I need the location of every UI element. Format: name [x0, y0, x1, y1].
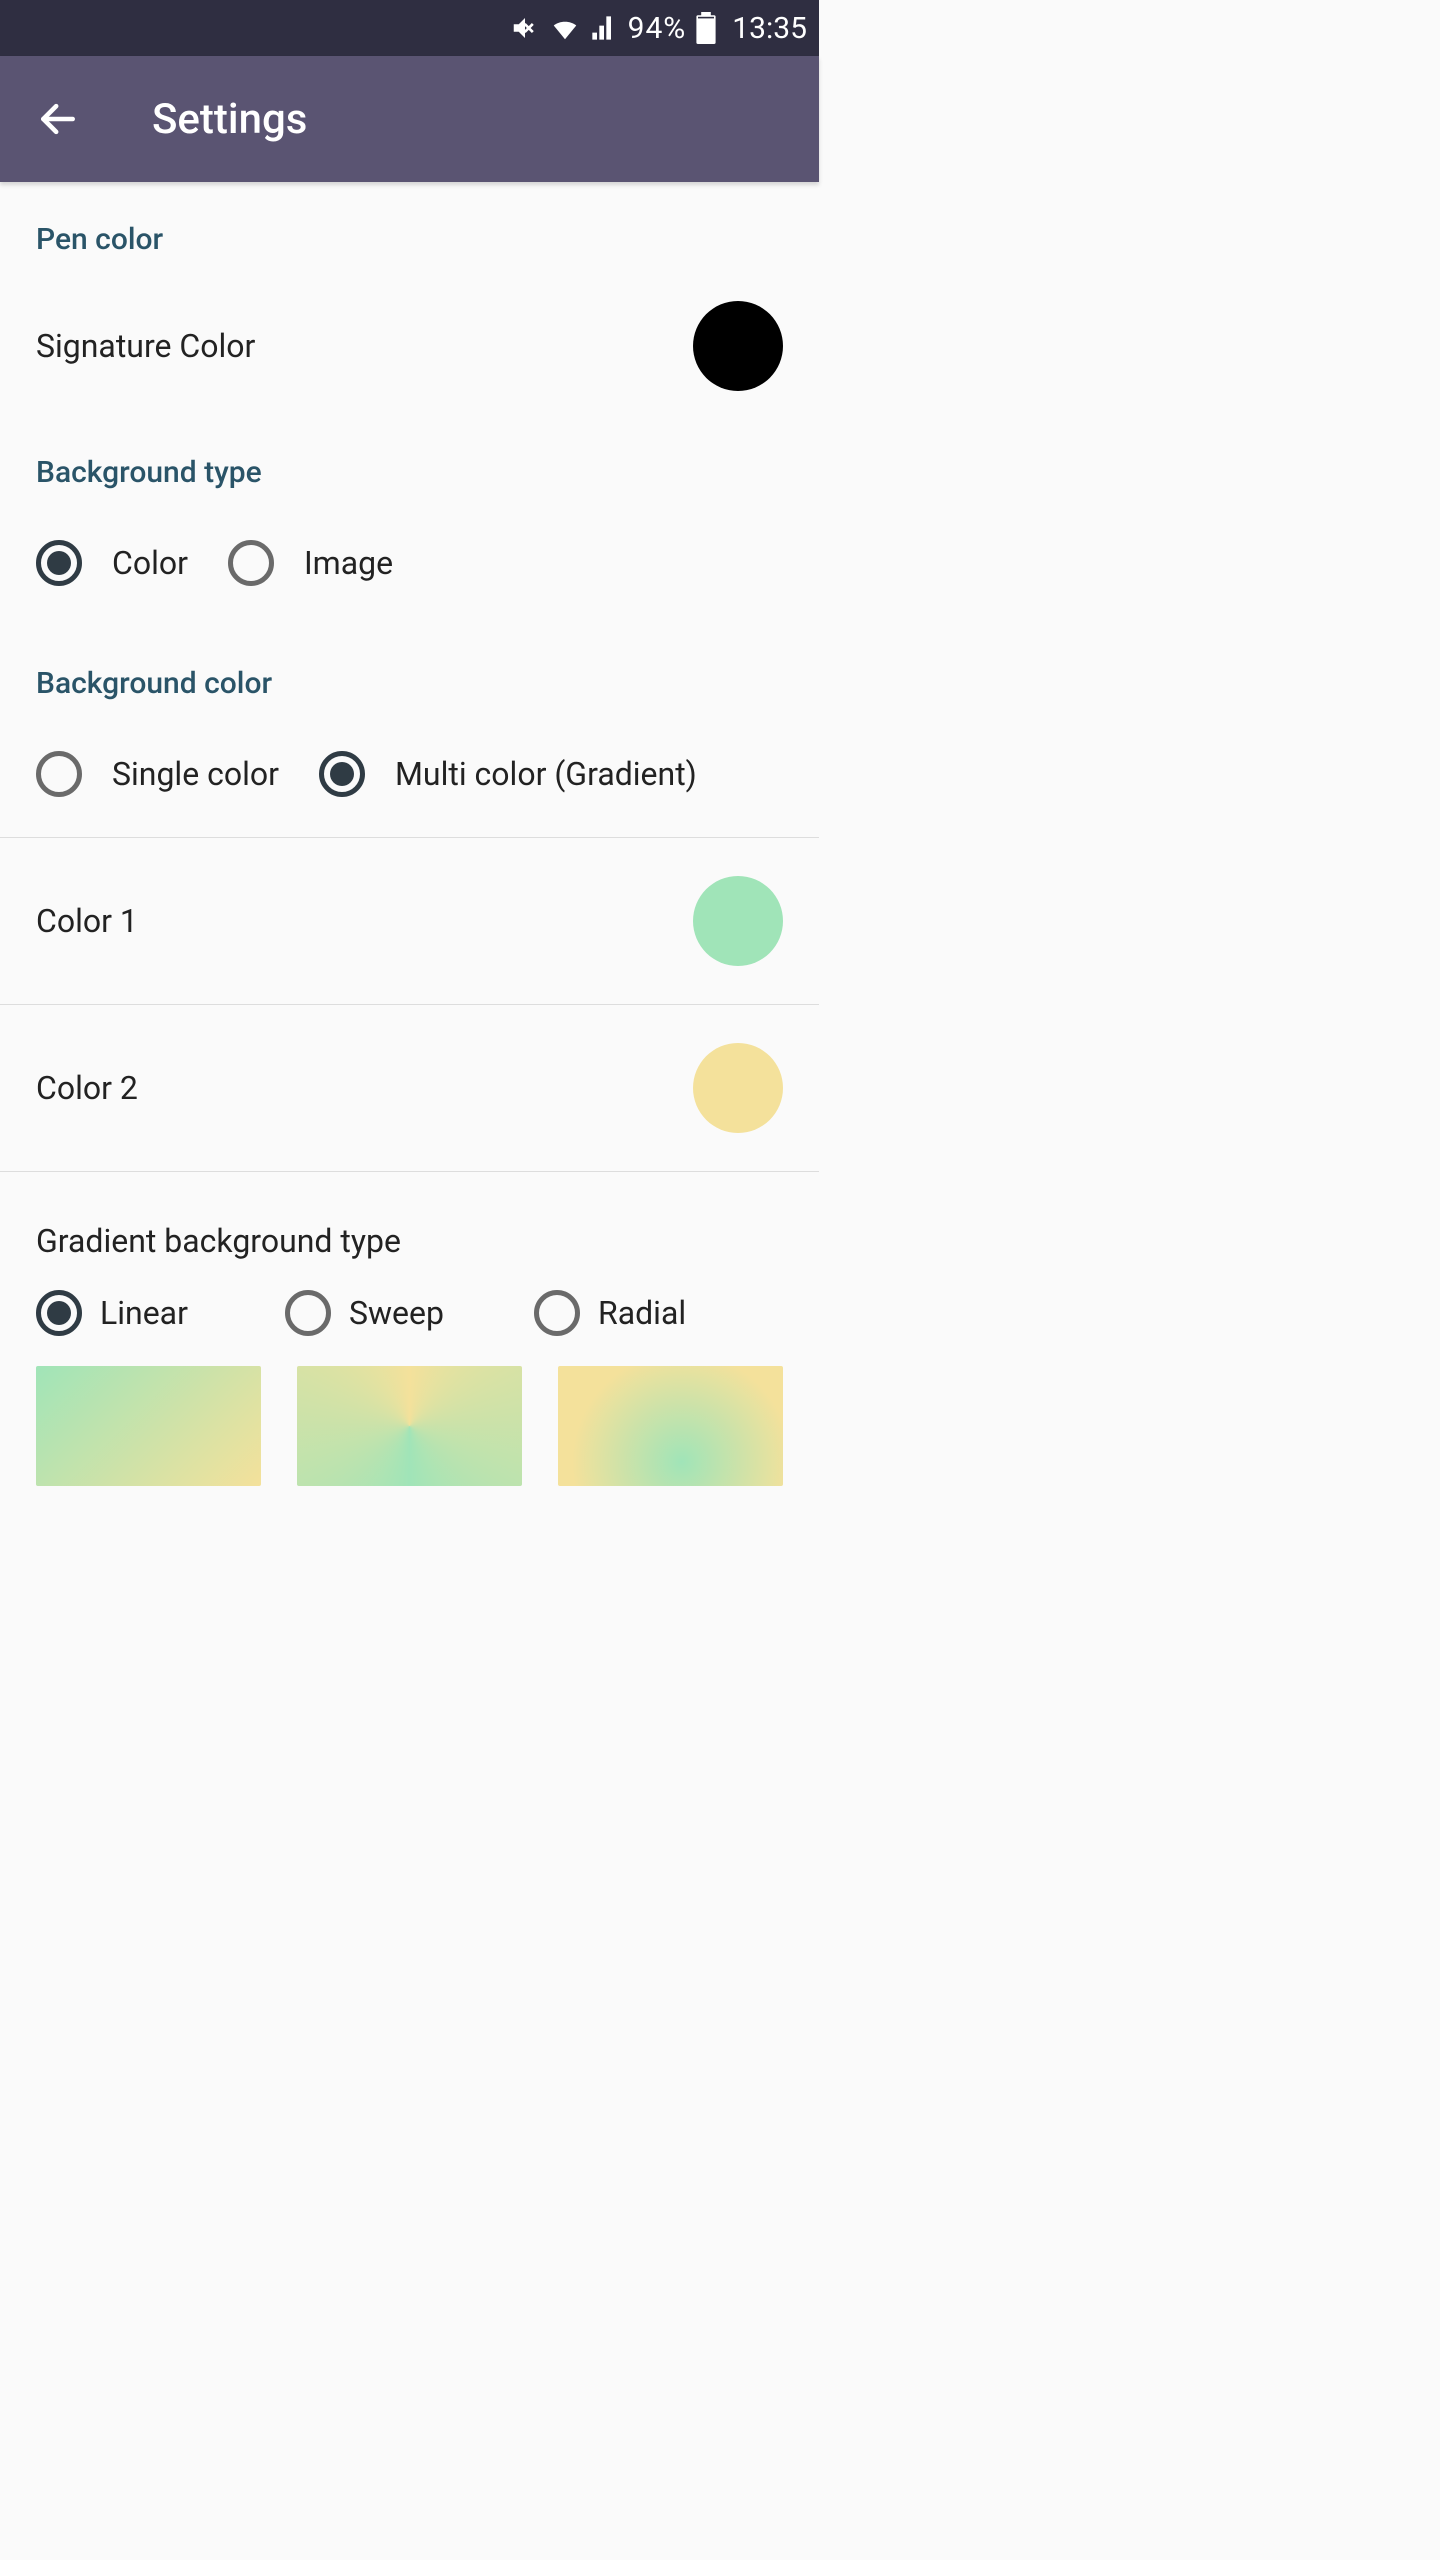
section-bg-color-header: Background color: [0, 626, 819, 721]
radio-gradient-sweep-label: Sweep: [349, 1294, 444, 1332]
radio-bg-type-color-label: Color: [112, 544, 188, 582]
signature-color-row[interactable]: Signature Color: [0, 277, 819, 415]
radio-bg-color-single[interactable]: [36, 751, 82, 797]
radio-bg-color-multi-label: Multi color (Gradient): [395, 755, 697, 793]
mute-vibrate-icon: [510, 13, 540, 43]
gradient-radial-option[interactable]: Radial: [534, 1290, 783, 1336]
bg-color-radio-row: Single color Multi color (Gradient): [0, 721, 819, 837]
gradient-type-header: Gradient background type: [0, 1172, 819, 1290]
signature-color-swatch[interactable]: [693, 301, 783, 391]
radio-gradient-radial[interactable]: [534, 1290, 580, 1336]
radio-bg-type-image-label: Image: [304, 544, 393, 582]
gradient-preview-radial[interactable]: [558, 1366, 783, 1486]
battery-percent: 94%: [628, 11, 687, 46]
gradient-sweep-option[interactable]: Sweep: [285, 1290, 534, 1336]
radio-gradient-radial-label: Radial: [598, 1294, 686, 1332]
color2-row[interactable]: Color 2: [0, 1005, 819, 1171]
signature-color-label: Signature Color: [36, 327, 255, 365]
cell-signal-icon: [590, 14, 618, 42]
gradient-previews: [0, 1366, 819, 1486]
color1-label: Color 1: [36, 902, 138, 940]
gradient-preview-linear[interactable]: [36, 1366, 261, 1486]
radio-bg-type-color[interactable]: [36, 540, 82, 586]
bg-type-color-option[interactable]: Color: [36, 540, 188, 586]
color1-row[interactable]: Color 1: [0, 838, 819, 1004]
radio-bg-color-single-label: Single color: [112, 755, 279, 793]
gradient-preview-sweep[interactable]: [297, 1366, 522, 1486]
content: Pen color Signature Color Background typ…: [0, 182, 819, 1486]
battery-icon: [696, 12, 716, 44]
color2-swatch[interactable]: [693, 1043, 783, 1133]
radio-bg-color-multi[interactable]: [319, 751, 365, 797]
color2-label: Color 2: [36, 1069, 138, 1107]
wifi-icon: [550, 13, 580, 43]
radio-gradient-sweep[interactable]: [285, 1290, 331, 1336]
page-title: Settings: [152, 95, 307, 144]
section-bg-type-header: Background type: [0, 415, 819, 510]
gradient-type-radio-row: Linear Sweep Radial: [0, 1290, 819, 1366]
radio-bg-type-image[interactable]: [228, 540, 274, 586]
arrow-left-icon: [36, 97, 80, 141]
color1-swatch[interactable]: [693, 876, 783, 966]
bg-color-single-option[interactable]: Single color: [36, 751, 279, 797]
app-bar: Settings: [0, 56, 819, 182]
back-button[interactable]: [36, 97, 80, 141]
bg-color-multi-option[interactable]: Multi color (Gradient): [319, 751, 697, 797]
gradient-linear-option[interactable]: Linear: [36, 1290, 285, 1336]
bg-type-image-option[interactable]: Image: [228, 540, 393, 586]
clock-text: 13:35: [732, 11, 807, 46]
radio-gradient-linear-label: Linear: [100, 1294, 188, 1332]
radio-gradient-linear[interactable]: [36, 1290, 82, 1336]
status-bar: 94% 13:35: [0, 0, 819, 56]
bg-type-radio-row: Color Image: [0, 510, 819, 626]
section-pen-color-header: Pen color: [0, 182, 819, 277]
